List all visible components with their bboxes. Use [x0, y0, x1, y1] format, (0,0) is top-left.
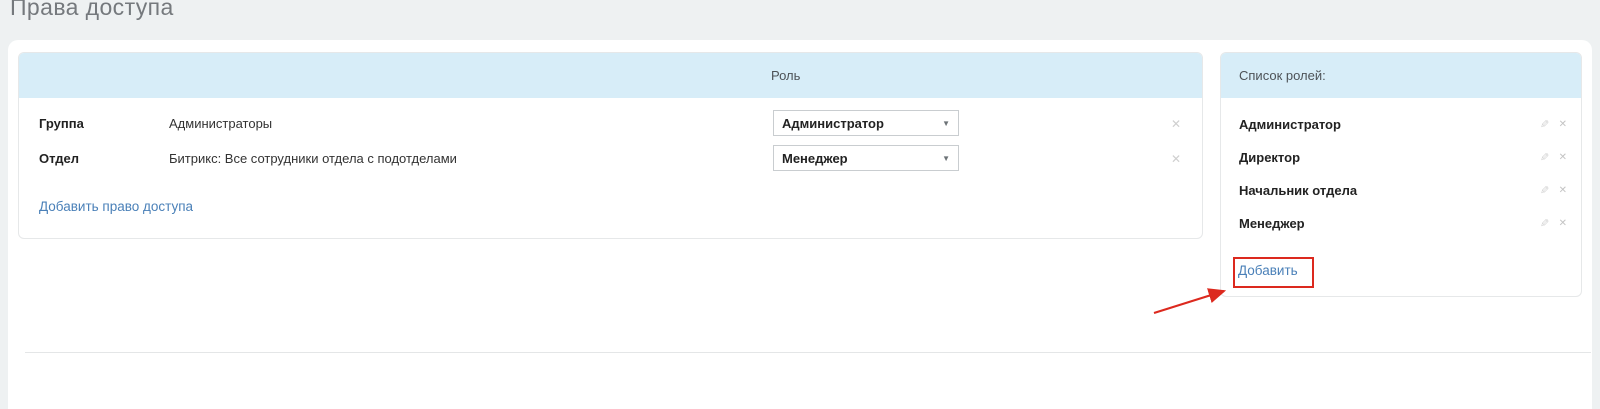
edit-role-icon[interactable]: ✎: [1540, 184, 1549, 197]
entity-type-label: Группа: [39, 106, 84, 141]
role-list-item: Менеджер ✎ ✕: [1221, 207, 1581, 240]
delete-role-icon[interactable]: ✕: [1559, 152, 1567, 163]
delete-role-icon[interactable]: ✕: [1559, 119, 1567, 130]
edit-role-icon[interactable]: ✎: [1540, 118, 1549, 131]
roles-list-panel: Список ролей: Администратор ✎ ✕ Директор…: [1220, 52, 1582, 297]
edit-role-icon[interactable]: ✎: [1540, 217, 1549, 230]
role-list-item: Директор ✎ ✕: [1221, 141, 1581, 174]
entity-name-label: Битрикс: Все сотрудники отдела с подотде…: [169, 141, 457, 176]
horizontal-divider: [25, 352, 1591, 353]
entity-type-label: Отдел: [39, 141, 79, 176]
add-role-link[interactable]: Добавить: [1238, 263, 1298, 278]
entity-name-label: Администраторы: [169, 106, 272, 141]
page: Права доступа Роль Группа Администраторы…: [0, 0, 1600, 409]
delete-role-icon[interactable]: ✕: [1559, 218, 1567, 229]
role-select[interactable]: Администратор ▼: [773, 110, 959, 136]
remove-access-row-icon[interactable]: ✕: [1166, 141, 1186, 176]
add-access-right-link[interactable]: Добавить право доступа: [39, 199, 193, 214]
access-row-group: Группа Администраторы Администратор ▼ ✕: [19, 106, 1202, 141]
role-list-item: Администратор ✎ ✕: [1221, 108, 1581, 141]
role-name: Администратор: [1239, 117, 1540, 132]
roles-list-header: Список ролей:: [1221, 53, 1581, 98]
access-row-department: Отдел Битрикс: Все сотрудники отдела с п…: [19, 141, 1202, 176]
page-title: Права доступа: [10, 0, 174, 21]
role-list-item: Начальник отдела ✎ ✕: [1221, 174, 1581, 207]
access-rights-panel: Роль Группа Администраторы Администратор…: [18, 52, 1203, 239]
remove-access-row-icon[interactable]: ✕: [1166, 106, 1186, 141]
role-select-value: Администратор: [782, 116, 936, 131]
role-select-value: Менеджер: [782, 151, 936, 166]
role-name: Директор: [1239, 150, 1540, 165]
role-select[interactable]: Менеджер ▼: [773, 145, 959, 171]
chevron-down-icon: ▼: [942, 119, 950, 128]
role-column-header: Роль: [771, 53, 800, 98]
edit-role-icon[interactable]: ✎: [1540, 151, 1549, 164]
delete-role-icon[interactable]: ✕: [1559, 185, 1567, 196]
chevron-down-icon: ▼: [942, 154, 950, 163]
role-name: Начальник отдела: [1239, 183, 1540, 198]
content-card: Роль Группа Администраторы Администратор…: [8, 40, 1592, 409]
access-rights-panel-header: Роль: [19, 53, 1202, 98]
role-name: Менеджер: [1239, 216, 1540, 231]
